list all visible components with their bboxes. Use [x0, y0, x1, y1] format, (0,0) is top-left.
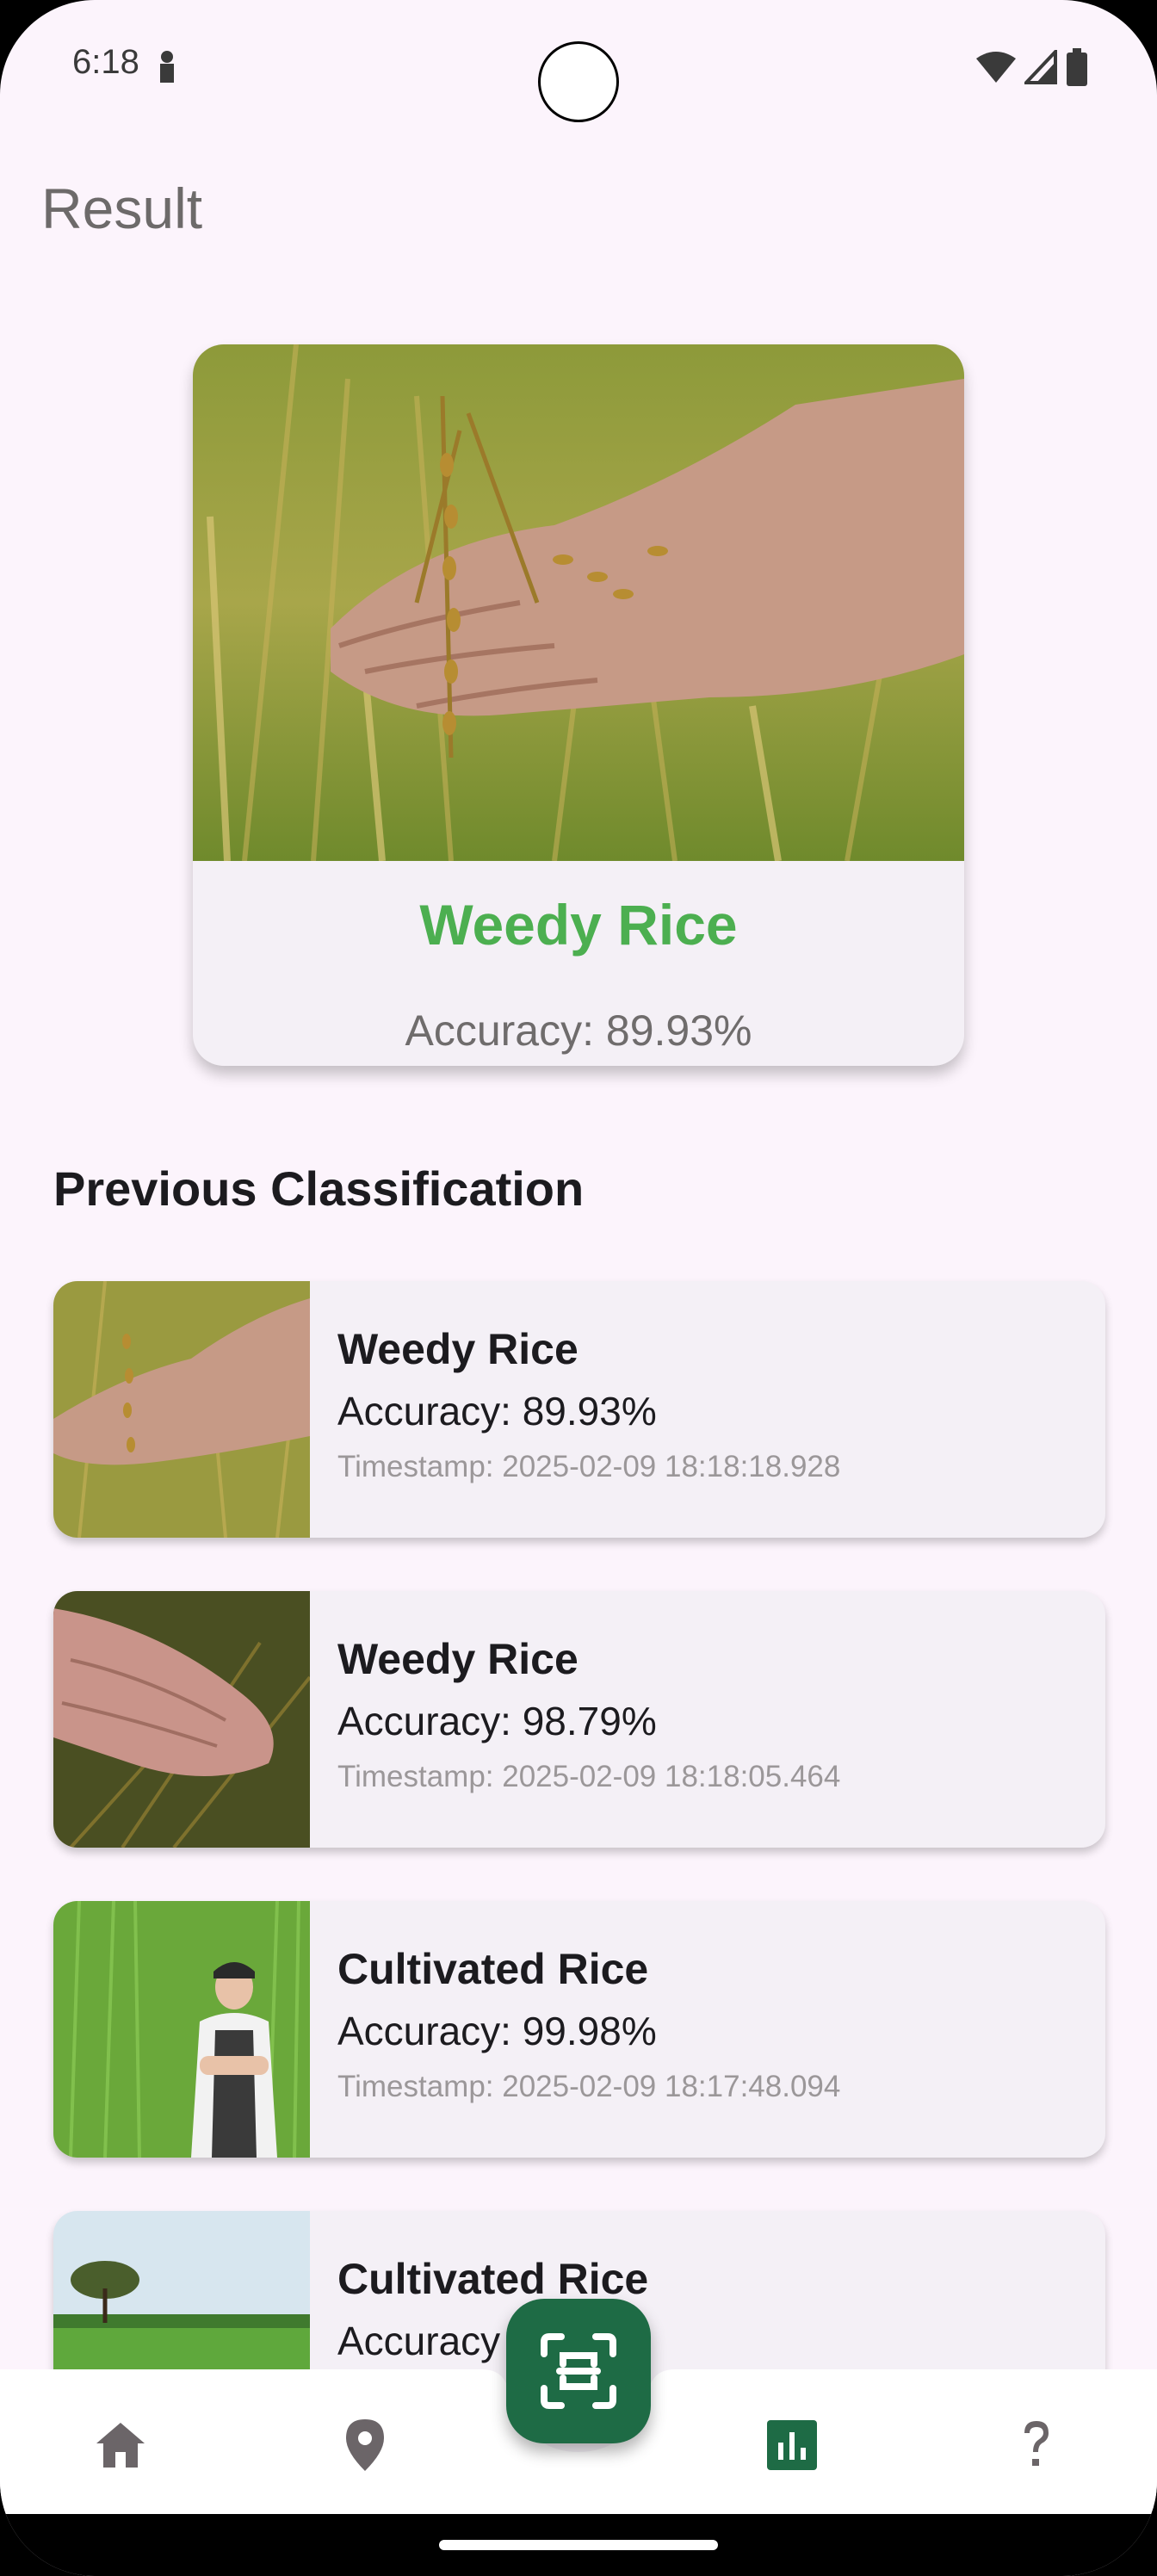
person-icon: [160, 51, 174, 83]
rice-grains-hand-thumb: [53, 1591, 310, 1848]
wifi-icon: [976, 52, 1016, 83]
history-timestamp: Timestamp: 2025-02-09 18:18:05.464: [337, 1760, 841, 1793]
bar-chart-icon: [767, 2420, 817, 2470]
history-label: Cultivated Rice: [337, 1945, 649, 1993]
farmer-in-field-thumb: [53, 1901, 310, 2158]
history-timestamp: Timestamp: 2025-02-09 18:17:48.094: [337, 2070, 841, 2103]
history-item[interactable]: Cultivated Rice Accuracy: 99.98% Timesta…: [53, 1901, 1105, 2158]
location-pin-icon: [346, 2419, 384, 2471]
history-label: Weedy Rice: [337, 1635, 578, 1683]
nav-help[interactable]: [1009, 2418, 1064, 2473]
history-item[interactable]: Weedy Rice Accuracy: 98.79% Timestamp: 2…: [53, 1591, 1105, 1848]
home-indicator[interactable]: [439, 2540, 718, 2550]
page-title: Result: [41, 176, 203, 240]
rice-in-hand-thumb: [53, 1281, 310, 1538]
history-item[interactable]: Weedy Rice Accuracy: 89.93% Timestamp: 2…: [53, 1281, 1105, 1538]
battery-icon: [1067, 48, 1087, 86]
cell-signal-icon: [1024, 50, 1057, 84]
history-accuracy: Accuracy: 99.98%: [337, 2009, 657, 2053]
history-timestamp: Timestamp: 2025-02-09 18:18:18.928: [337, 1450, 841, 1483]
rice-in-hand-photo: [193, 344, 964, 861]
scan-icon: [541, 2333, 616, 2409]
history-label: Cultivated Rice: [337, 2255, 649, 2303]
section-heading: Previous Classification: [53, 1161, 585, 1216]
help-icon: [1024, 2421, 1049, 2466]
result-card: [193, 344, 964, 1066]
history-accuracy: Accuracy: 89.93%: [337, 1389, 657, 1434]
status-icons: [976, 48, 1088, 86]
nav-home[interactable]: [93, 2418, 148, 2473]
result-label: Weedy Rice: [419, 893, 738, 957]
result-accuracy: Accuracy: 89.93%: [405, 1006, 752, 1055]
history-thumbnail: [53, 1901, 310, 2158]
history-thumbnail: [53, 1281, 310, 1538]
home-icon: [96, 2423, 145, 2468]
history-accuracy: Accuracy: 98.79%: [337, 1699, 657, 1743]
nav-location[interactable]: [337, 2418, 393, 2473]
status-bar: 6:18: [0, 0, 1157, 129]
app-screen: 6:18 Result Weedy Rice Accuracy: 89.93% …: [0, 0, 1157, 2576]
status-time: 6:18: [72, 43, 139, 81]
history-thumbnail: [53, 1591, 310, 1848]
nav-results[interactable]: [764, 2418, 820, 2473]
history-label: Weedy Rice: [337, 1325, 578, 1373]
scan-button[interactable]: [506, 2299, 651, 2443]
camera-cutout: [538, 41, 619, 122]
result-image: [193, 344, 964, 861]
